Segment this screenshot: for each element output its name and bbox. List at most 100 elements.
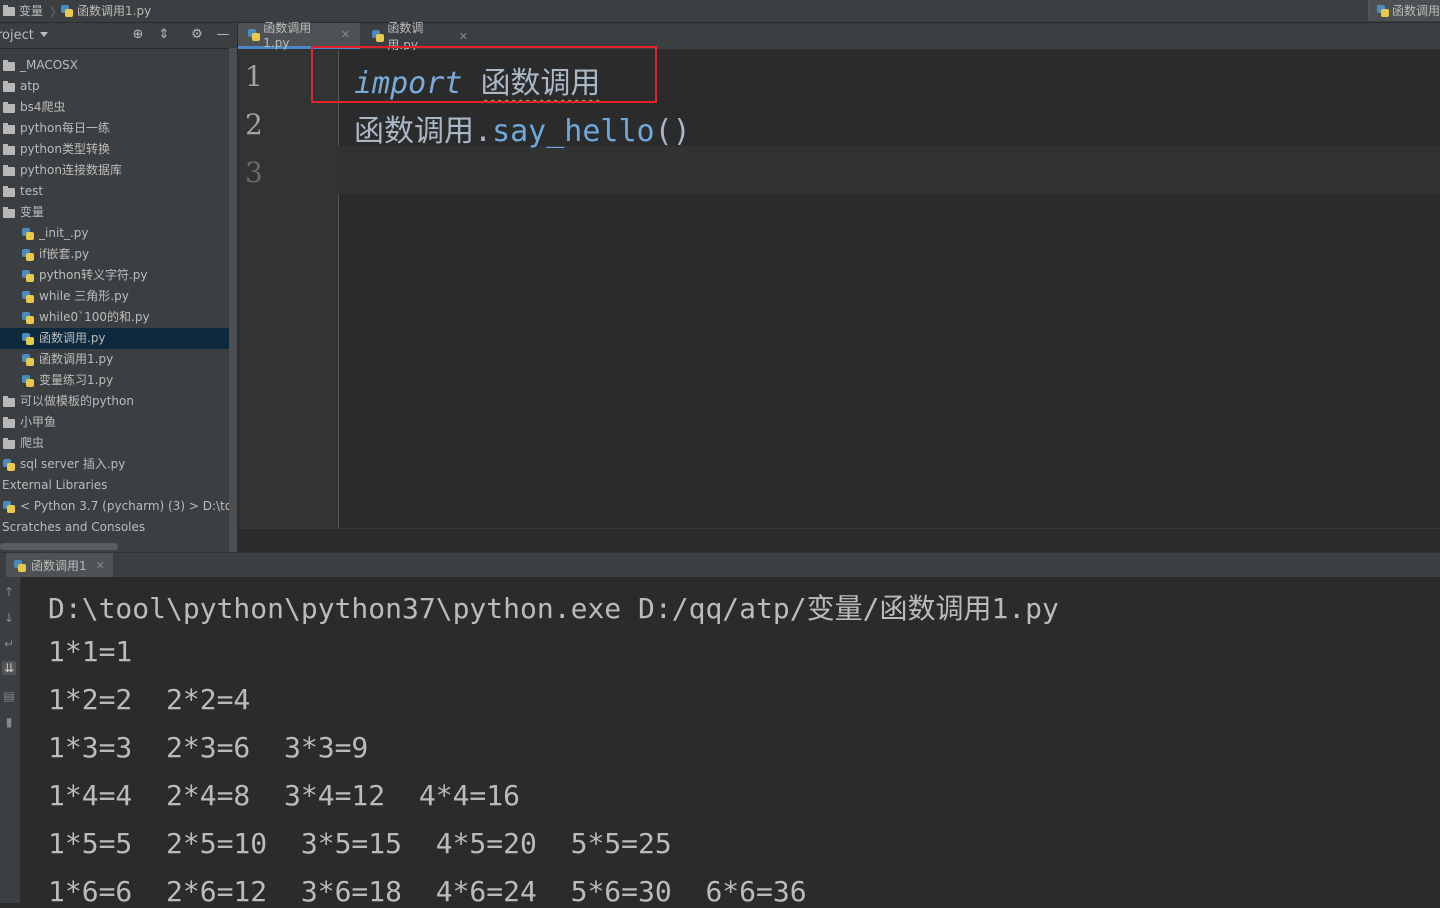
run-tab[interactable]: 函数调用1 ✕ <box>6 553 113 578</box>
tree-item-label: test <box>20 184 44 198</box>
tree-item[interactable]: 函数调用1.py <box>0 349 229 370</box>
python-icon <box>14 559 26 572</box>
breadcrumb-folder[interactable]: 变量 <box>3 3 43 19</box>
console-output-line: 1*4=4 2*4=8 3*4=12 4*4=16 <box>48 779 521 812</box>
project-panel: roject ⊕ ⇕ ⚙ — _MACOSXatp bs4爬虫 python每日一练… <box>0 23 237 552</box>
breadcrumb-file[interactable]: 函数调用1.py <box>61 3 151 19</box>
folder-icon <box>3 81 15 92</box>
tree-item-label: _MACOSX <box>20 58 79 72</box>
tree-item[interactable]: 爬虫 <box>0 433 229 454</box>
tree-item[interactable]: python类型转换 <box>0 139 229 160</box>
close-icon[interactable]: ✕ <box>341 28 350 41</box>
tree-item[interactable]: _init_.py <box>0 223 229 244</box>
line-number: 2 <box>245 108 263 141</box>
close-icon[interactable]: ✕ <box>96 559 105 572</box>
tree-item[interactable]: sql server 插入.py <box>0 454 229 475</box>
python-file-icon <box>22 270 34 282</box>
python-file-icon <box>248 28 261 41</box>
folder-icon <box>3 144 15 155</box>
folder-icon <box>3 165 15 176</box>
tree-item-label: < Python 3.7 (pycharm) (3) > D:\tool\ <box>20 499 229 513</box>
python-file-icon <box>372 30 385 42</box>
tree-item-label: while0`100的和.py <box>39 310 150 324</box>
tree-item[interactable]: python每日一练 <box>0 118 229 139</box>
python-file-icon <box>22 291 34 303</box>
console-output-line: 1*6=6 2*6=12 3*6=18 4*6=24 5*6=30 6*6=36 <box>48 875 807 908</box>
tree-item[interactable]: External Libraries <box>0 475 229 496</box>
print-icon[interactable]: ▤ <box>2 689 16 703</box>
run-configuration-label: 函数调用 <box>1391 4 1440 18</box>
console-output-line: 1*2=2 2*2=4 <box>48 683 251 716</box>
tree-item-label: 函数调用.py <box>39 331 106 345</box>
python-file-icon <box>3 459 15 471</box>
python-file-icon <box>22 249 34 261</box>
function-call: say_hello <box>492 114 655 149</box>
hide-panel-icon[interactable]: — <box>216 28 230 42</box>
tree-item[interactable]: while 三角形.py <box>0 286 229 307</box>
tree-item-label: if嵌套.py <box>39 247 90 261</box>
folder-icon <box>3 438 15 449</box>
tree-item[interactable]: 可以做模板的python <box>0 391 229 412</box>
locate-target-icon[interactable]: ⊕ <box>131 28 145 42</box>
tree-item[interactable]: while0`100的和.py <box>0 307 229 328</box>
breadcrumb: 变量 〉 函数调用1.py 函数调用 <box>0 0 1440 23</box>
code-line-2[interactable]: 函数调用.say_hello() <box>354 106 691 150</box>
horizontal-scrollbar[interactable] <box>0 543 118 550</box>
console-output-line: 1*1=1 <box>48 635 133 668</box>
collapse-all-icon[interactable]: ⇕ <box>157 28 171 42</box>
project-panel-title[interactable]: roject <box>0 28 34 43</box>
python-icon <box>1377 4 1389 17</box>
tree-item[interactable]: atp <box>0 76 229 97</box>
current-line-highlight <box>338 146 1440 194</box>
gear-icon[interactable]: ⚙ <box>190 28 204 42</box>
folder-icon <box>3 207 15 218</box>
breadcrumb-folder-label: 变量 <box>19 4 44 18</box>
tree-item[interactable]: 小甲鱼 <box>0 412 229 433</box>
tree-item[interactable]: python转义字符.py <box>0 265 229 286</box>
arrow-up-icon[interactable]: ↑ <box>2 585 16 599</box>
close-icon[interactable]: ✕ <box>459 30 468 43</box>
line-number: 1 <box>245 60 263 93</box>
tree-item[interactable]: 变量练习1.py <box>0 370 229 391</box>
arrow-down-icon[interactable]: ↓ <box>2 611 16 625</box>
soft-wrap-icon[interactable]: ↵ <box>2 637 16 651</box>
tree-item[interactable]: test <box>0 181 229 202</box>
python-file-icon <box>22 375 34 387</box>
folder-icon <box>3 60 15 71</box>
tree-item-label: sql server 插入.py <box>20 457 126 471</box>
tree-item[interactable]: if嵌套.py <box>0 244 229 265</box>
run-tool-window-header: 函数调用1 ✕ <box>0 552 1440 578</box>
tree-item[interactable]: _MACOSX <box>0 55 229 76</box>
run-toolbar: ↑ ↓ ↵ ⇊ ▤ ▮ <box>0 577 20 903</box>
folder-icon <box>3 123 15 134</box>
tree-item-label: Scratches and Consoles <box>2 520 146 534</box>
tree-item[interactable]: Scratches and Consoles <box>0 517 229 538</box>
folder-icon <box>3 186 15 197</box>
trash-icon[interactable]: ▮ <box>2 715 16 729</box>
folder-icon <box>3 417 15 428</box>
python-file-icon <box>22 312 34 324</box>
python-file-icon <box>22 228 34 240</box>
project-tree: _MACOSXatp bs4爬虫 python每日一练 python类型转换 pytho… <box>0 55 229 538</box>
python-file-icon <box>22 354 34 366</box>
run-console[interactable]: D:\tool\python\python37\python.exe D:/qq… <box>21 577 1440 908</box>
console-output-line: 1*5=5 2*5=10 3*5=15 4*5=20 5*5=25 <box>48 827 672 860</box>
tree-item[interactable]: < Python 3.7 (pycharm) (3) > D:\tool\ <box>0 496 229 517</box>
code-editor[interactable]: 1 2 3 import 函数调用 函数调用.say_hello() <box>238 50 1440 528</box>
call-parens: () <box>654 114 691 149</box>
module-reference: 函数调用 <box>354 114 474 149</box>
vertical-scrollbar[interactable] <box>229 48 237 552</box>
tree-item[interactable]: bs4爬虫 <box>0 97 229 118</box>
scroll-to-end-icon[interactable]: ⇊ <box>2 661 16 675</box>
tree-item[interactable]: python连接数据库 <box>0 160 229 181</box>
console-output-line: 1*3=3 2*3=6 3*3=9 <box>48 731 369 764</box>
breadcrumb-file-label: 函数调用1.py <box>77 4 152 18</box>
run-configuration-selector[interactable]: 函数调用 <box>1368 0 1440 21</box>
tree-item[interactable]: 函数调用.py <box>0 328 229 349</box>
python-file-icon <box>3 501 15 513</box>
tree-item[interactable]: 变量 <box>0 202 229 223</box>
tree-item-label: 变量 <box>20 205 45 219</box>
tree-item-label: python类型转换 <box>20 142 110 156</box>
python-file-icon <box>22 333 34 345</box>
dropdown-caret-icon[interactable] <box>40 32 48 37</box>
